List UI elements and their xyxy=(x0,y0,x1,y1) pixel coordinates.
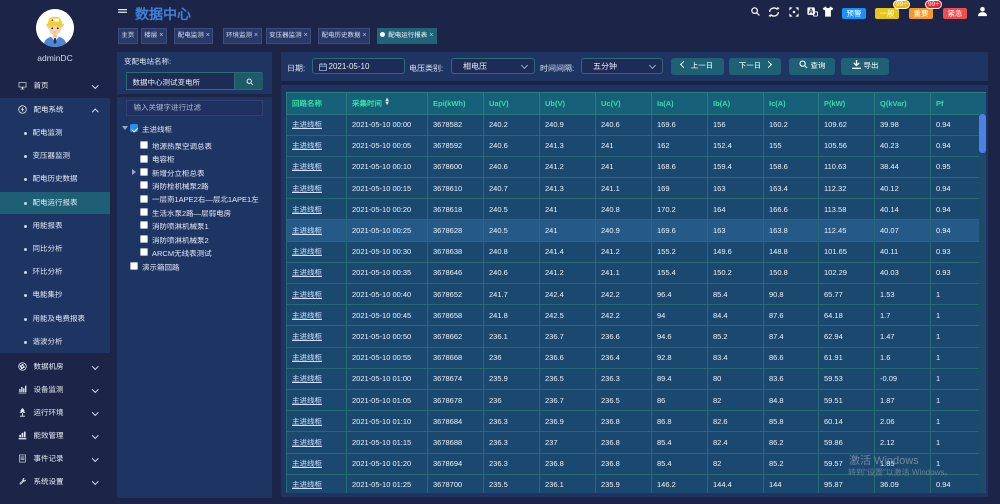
svg-text:A: A xyxy=(808,8,813,15)
